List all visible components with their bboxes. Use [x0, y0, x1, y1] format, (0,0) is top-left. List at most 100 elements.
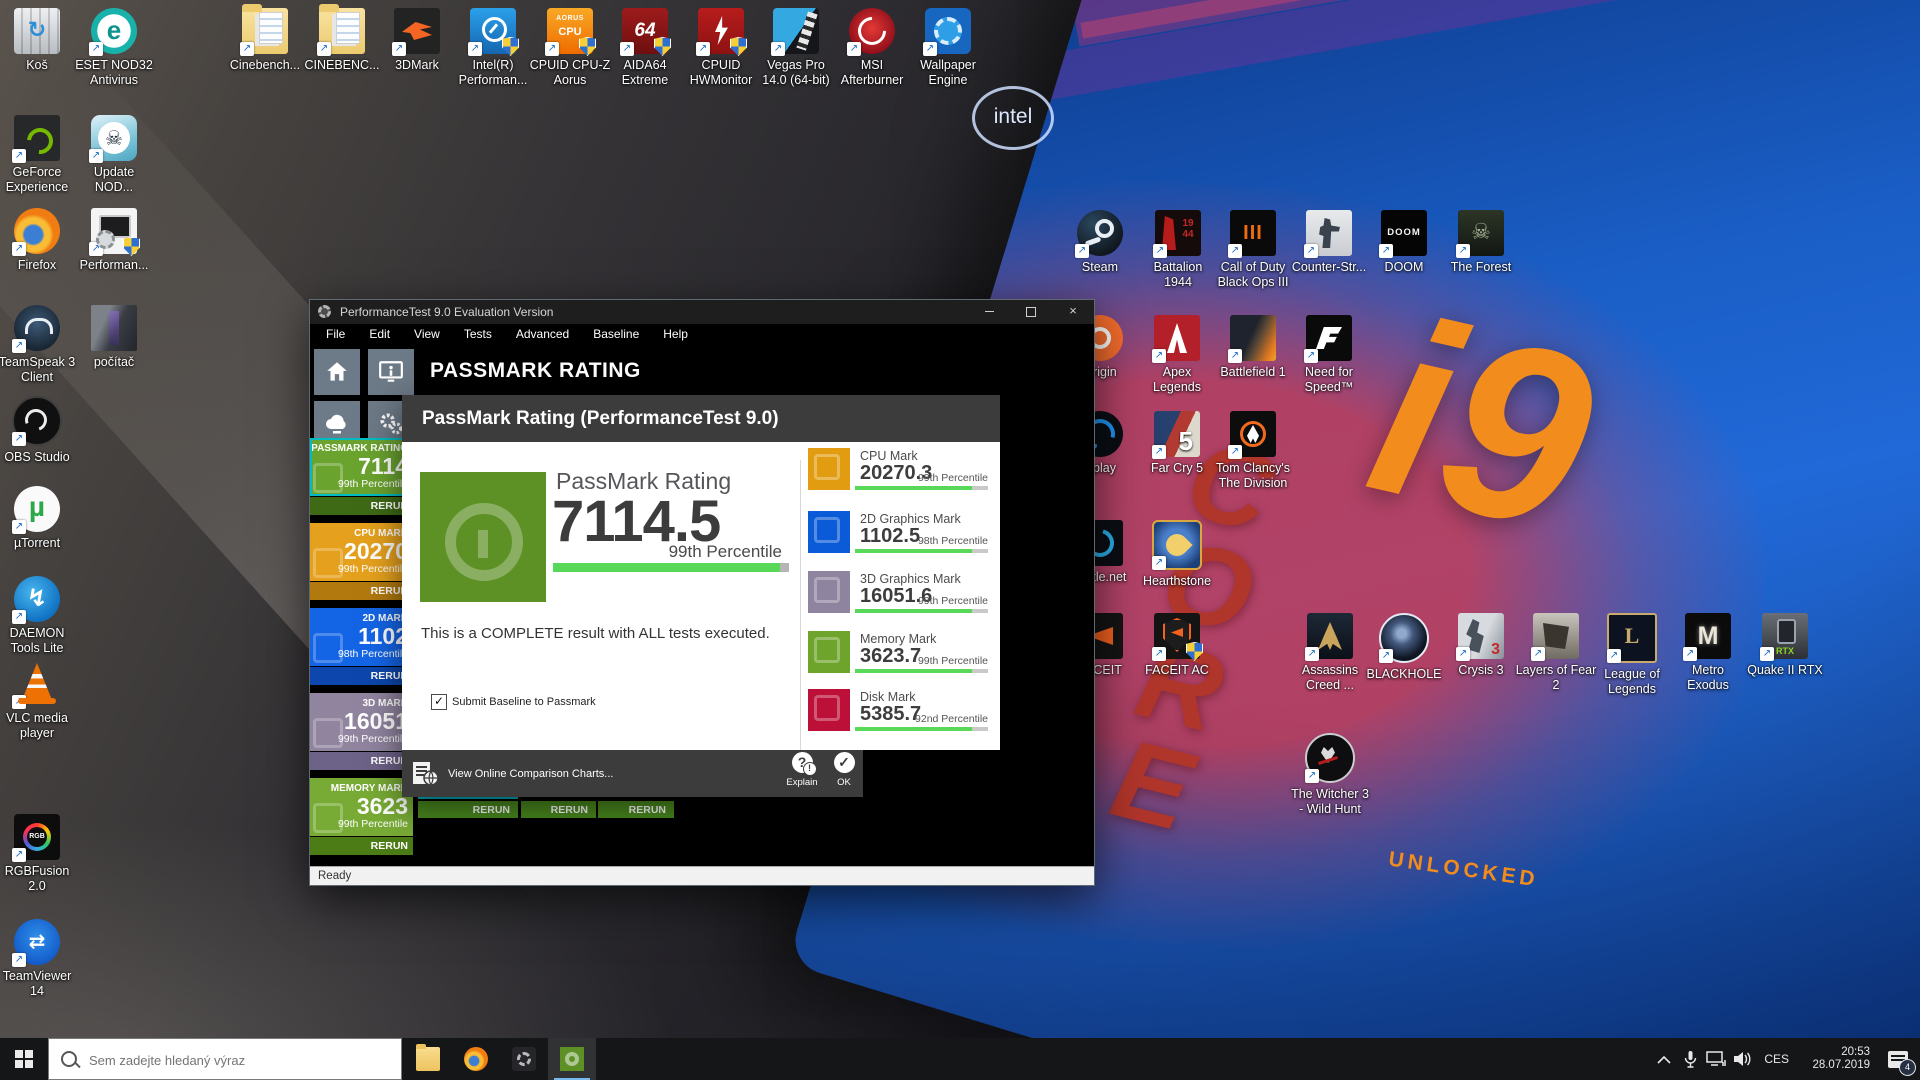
uac-shield-icon: [730, 37, 747, 56]
result-tile-memory-mark[interactable]: MEMORY MARK362399th PercentileRERUN: [310, 778, 413, 855]
tile-rerun-button[interactable]: RERUN: [310, 497, 413, 515]
desktop-icon-witcher3[interactable]: ↗The Witcher 3 - Wild Hunt: [1284, 733, 1376, 817]
search-icon: [61, 1051, 77, 1067]
tile-rerun-button[interactable]: RERUN: [310, 837, 413, 855]
result-label: Memory Mark: [860, 632, 936, 646]
menu-file[interactable]: File: [314, 324, 357, 345]
charts-label: View Online Comparison Charts...: [448, 768, 613, 780]
menu-view[interactable]: View: [402, 324, 452, 345]
close-button[interactable]: ×: [1052, 300, 1094, 324]
tile-score[interactable]: 3D MARK1605199th Percentile: [310, 693, 413, 751]
shortcut-arrow-icon: ↗: [1152, 445, 1166, 459]
tile-rerun-button[interactable]: RERUN: [310, 582, 413, 600]
tile-rerun-button[interactable]: RERUN: [310, 752, 413, 770]
menu-tests[interactable]: Tests: [452, 324, 504, 345]
desktop-icon-wallpaper-engine[interactable]: ↗Wallpaper Engine: [902, 8, 994, 88]
result-row-3d-graphics-mark: 3D Graphics Mark16051.699th Percentile: [808, 571, 988, 615]
toolbar-system-info-button[interactable]: [368, 349, 414, 395]
desktop-icon-rgbfusion[interactable]: ↗RGBFusion 2.0: [0, 814, 83, 894]
shortcut-arrow-icon: ↗: [1152, 349, 1166, 363]
result-tile-2d-mark[interactable]: 2D MARK110298th PercentileRERUN: [310, 608, 413, 685]
shortcut-arrow-icon: ↗: [1228, 445, 1242, 459]
obs-icon: ↗: [12, 396, 62, 446]
system-tray: CES 20:53 28.07.2019 4: [1651, 1038, 1918, 1080]
desktop-icon-nfs[interactable]: ↗Need for Speed™: [1283, 315, 1375, 395]
result-percentile-bar: [855, 669, 988, 673]
menu-advanced[interactable]: Advanced: [504, 324, 581, 345]
tile-score[interactable]: MEMORY MARK362399th Percentile: [310, 778, 413, 836]
desktop-icon-performancetest[interactable]: ↗Performan...: [68, 208, 160, 273]
ok-button[interactable]: ✓ OK: [824, 752, 864, 788]
vlc-icon: ↗: [14, 661, 60, 707]
desktop-root: CORE i9 UNLOCKED intel Koš↗ESET NOD32 An…: [0, 0, 1920, 1080]
tile-score[interactable]: CPU MARK2027099th Percentile: [310, 523, 413, 581]
desktop-icon-update-nod[interactable]: ↗Update NOD...: [68, 115, 160, 195]
taskbar-firefox[interactable]: [452, 1038, 500, 1080]
result-tile-cpu-mark[interactable]: CPU MARK2027099th PercentileRERUN: [310, 523, 413, 600]
menu-baseline[interactable]: Baseline: [581, 324, 651, 345]
desktop-icon-quake2rtx[interactable]: ↗Quake II RTX: [1739, 613, 1831, 678]
tile-percentile: 98th Percentile: [310, 648, 408, 660]
shortcut-arrow-icon: ↗: [923, 42, 937, 56]
explain-button[interactable]: ?! Explain: [782, 752, 822, 788]
desktop-icon-hearthstone[interactable]: ↗Hearthstone: [1131, 520, 1223, 589]
network-display-icon[interactable]: [1703, 1038, 1729, 1080]
tile-score[interactable]: 2D MARK110298th Percentile: [310, 608, 413, 666]
tile-score[interactable]: PASSMARK RATING711499th Percentile: [310, 438, 413, 496]
tray-expand-icon[interactable]: [1651, 1038, 1677, 1080]
maximize-button[interactable]: [1010, 300, 1052, 324]
desktop-icon-obs[interactable]: ↗OBS Studio: [0, 396, 83, 465]
shortcut-arrow-icon: ↗: [620, 42, 634, 56]
taskbar-file-explorer[interactable]: [404, 1038, 452, 1080]
desktop-icon-daemon[interactable]: ↗DAEMON Tools Lite: [0, 576, 83, 656]
shortcut-arrow-icon: ↗: [468, 42, 482, 56]
shortcut-arrow-icon: ↗: [89, 242, 103, 256]
desktop-icon-label: FACEIT AC: [1131, 663, 1223, 678]
doom-icon: ↗: [1381, 210, 1427, 256]
menu-edit[interactable]: Edit: [357, 324, 402, 345]
faceit-ac-icon: ↗: [1154, 613, 1200, 659]
search-input[interactable]: [87, 1039, 391, 1080]
desktop-icon-division[interactable]: ↗Tom Clancy's The Division: [1207, 411, 1299, 491]
teamviewer-icon: ↗: [14, 919, 60, 965]
result-tile-passmark-rating[interactable]: PASSMARK RATING711499th PercentileRERUN: [310, 438, 413, 515]
computer-photo-icon: [91, 305, 137, 351]
microphone-icon[interactable]: [1677, 1038, 1703, 1080]
shortcut-arrow-icon: ↗: [1305, 769, 1319, 783]
rerun-button-1[interactable]: RERUN: [418, 801, 518, 818]
performancetest-icon: ↗: [91, 208, 137, 254]
taskbar-performancetest[interactable]: [500, 1038, 548, 1080]
submit-baseline-checkbox[interactable]: ✓: [431, 694, 447, 710]
desktop-icon-forest[interactable]: ↗The Forest: [1435, 210, 1527, 275]
toolbar-home-button[interactable]: [314, 349, 360, 395]
menu-help[interactable]: Help: [651, 324, 700, 345]
window-titlebar[interactable]: PerformanceTest 9.0 Evaluation Version ×: [310, 300, 1094, 324]
action-center-button[interactable]: 4: [1878, 1038, 1918, 1080]
tile-percentile: 99th Percentile: [310, 478, 408, 490]
taskbar-search[interactable]: [48, 1038, 402, 1080]
dialog-title[interactable]: PassMark Rating (PerformanceTest 9.0): [402, 395, 1000, 442]
desktop-icon-pocitac[interactable]: počítač: [68, 305, 160, 370]
rerun-button-3[interactable]: RERUN: [598, 801, 674, 818]
shortcut-arrow-icon: ↗: [771, 42, 785, 56]
desktop-icon-vlc[interactable]: ↗VLC media player: [0, 661, 83, 741]
result-tile-3d-mark[interactable]: 3D MARK1605199th PercentileRERUN: [310, 693, 413, 770]
utorrent-icon: ↗: [14, 486, 60, 532]
minimize-button[interactable]: [968, 300, 1010, 324]
volume-icon[interactable]: [1729, 1038, 1755, 1080]
rerun-button-2[interactable]: RERUN: [521, 801, 596, 818]
desktop-icon-utorrent[interactable]: ↗µTorrent: [0, 486, 83, 551]
result-value: 3623.7: [860, 645, 921, 668]
layers-of-fear-icon: ↗: [1533, 613, 1579, 659]
desktop-icon-faceit-ac[interactable]: ↗ FACEIT AC: [1131, 613, 1223, 678]
taskbar-passmark-active[interactable]: [548, 1038, 596, 1080]
view-online-comparison-charts-button[interactable]: View Online Comparison Charts...: [412, 756, 613, 792]
desktop-icon-eset[interactable]: ↗ESET NOD32 Antivirus: [68, 8, 160, 88]
desktop-icon-teamviewer[interactable]: ↗TeamViewer 14: [0, 919, 83, 999]
tile-rerun-button[interactable]: RERUN: [310, 667, 413, 685]
clock[interactable]: 20:53 28.07.2019: [1798, 1046, 1870, 1072]
language-indicator[interactable]: CES: [1764, 1052, 1789, 1066]
forest-icon: ↗: [1458, 210, 1504, 256]
shortcut-arrow-icon: ↗: [1152, 647, 1166, 661]
start-button[interactable]: [0, 1038, 48, 1080]
